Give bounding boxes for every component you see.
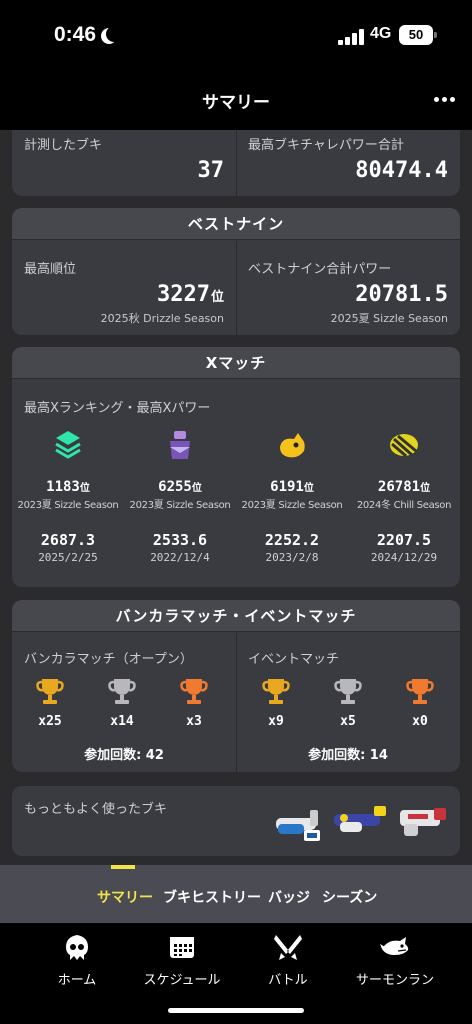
- best-power-value: 20781.5: [355, 282, 448, 307]
- x-power-date: 2025/2/25: [38, 551, 98, 564]
- silver-count: x5: [340, 714, 356, 729]
- tab-indicator: [111, 865, 135, 869]
- nav-home-label: ホーム: [57, 973, 97, 988]
- bronze-trophy-icon: [180, 679, 208, 704]
- best-nine-title: ベストナイン: [12, 208, 460, 240]
- ellipsis-icon[interactable]: [434, 97, 456, 103]
- x-power-value: 2687.3: [40, 531, 96, 549]
- network-label: 4G: [370, 25, 392, 42]
- nav-schedule-label: スケジュール: [143, 973, 221, 988]
- x-mode-tower-control: 6255位 2023夏 Sizzle Season 2533.6 2022/12…: [124, 429, 236, 564]
- status-bar: 0:46 4G 50: [0, 0, 472, 70]
- max-power-value: 80474.4: [355, 158, 448, 183]
- bankara-open-label: バンカラマッチ（オープン）: [24, 652, 193, 667]
- clock: 0:46: [54, 23, 122, 47]
- x-mode-rainmaker: 6191位 2023夏 Sizzle Season 2252.2 2023/2/…: [236, 429, 348, 564]
- weapon-3-icon: [400, 808, 446, 836]
- measured-weapons-value: 37: [197, 158, 225, 183]
- x-rank-season: 2023夏 Sizzle Season: [17, 500, 119, 511]
- gold-count: x9: [268, 714, 284, 729]
- gold-count: x25: [38, 714, 62, 729]
- x-rank-value: 6255: [158, 479, 192, 495]
- x-power-value: 2533.6: [152, 531, 208, 549]
- bankara-participation: 参加回数: 42: [84, 748, 164, 763]
- weapon-1-icon: [276, 810, 320, 841]
- tab-weapon-history[interactable]: ブキヒストリー: [163, 887, 261, 907]
- x-rank-value: 1183: [46, 479, 80, 495]
- x-mode-splat-zones: 1183位 2023夏 Sizzle Season 2687.3 2025/2/…: [12, 429, 124, 564]
- bronze-trophy-icon: [406, 679, 434, 704]
- bronze-trophy: x0: [390, 676, 450, 729]
- best-power-label: ベストナイン合計パワー: [248, 262, 392, 277]
- max-power-label: 最高ブキチャレパワー合計: [248, 138, 404, 153]
- gold-trophy: x9: [246, 676, 306, 729]
- x-power-value: 2207.5: [376, 531, 432, 549]
- x-match-card: Xマッチ 最高Xランキング・最高Xパワー 1183位 2023夏 Sizzle …: [12, 347, 460, 587]
- battery-icon: 50: [399, 25, 437, 45]
- most-used-card: もっともよく使ったブキ: [12, 786, 460, 856]
- tab-summary[interactable]: サマリー: [97, 887, 153, 907]
- bronze-trophy: x3: [164, 676, 224, 729]
- silver-trophy-icon: [108, 679, 136, 704]
- best-nine-card: ベストナイン 最高順位 3227位 2025秋 Drizzle Season ベ…: [12, 208, 460, 335]
- bankara-event-title: バンカラマッチ・イベントマッチ: [12, 600, 460, 632]
- x-power-date: 2024/12/29: [370, 551, 438, 564]
- gold-trophy-icon: [262, 679, 290, 704]
- silver-count: x14: [110, 714, 134, 729]
- x-rank-value: 26781: [377, 479, 421, 495]
- weapon-2-icon: [334, 806, 386, 832]
- best-rank-value: 3227位: [157, 282, 224, 307]
- nav-battle[interactable]: バトル: [233, 933, 343, 988]
- best-rank-label: 最高順位: [24, 262, 77, 277]
- battle-icon: [274, 935, 302, 960]
- tower-control-icon: [170, 431, 190, 459]
- event-match-label: イベントマッチ: [248, 652, 340, 667]
- nav-battle-label: バトル: [268, 973, 308, 988]
- tab-badges[interactable]: バッジ: [268, 887, 310, 907]
- tab-seasons[interactable]: シーズン: [322, 887, 377, 907]
- nav-schedule[interactable]: スケジュール: [127, 933, 237, 988]
- most-used-label: もっともよく使ったブキ: [24, 802, 168, 817]
- measured-weapons-label: 計測したブキ: [24, 138, 103, 153]
- x-rank-value: 6191: [270, 479, 304, 495]
- silver-trophy: x5: [318, 676, 378, 729]
- clam-blitz-icon: [390, 434, 418, 458]
- x-rank-season: 2023夏 Sizzle Season: [241, 500, 343, 511]
- nav-salmon-run[interactable]: サーモンラン: [340, 933, 450, 988]
- x-power-value: 2252.2: [264, 531, 320, 549]
- x-match-subtitle: 最高Xランキング・最高Xパワー: [24, 401, 211, 416]
- x-rank-season: 2024冬 Chill Season: [356, 500, 452, 511]
- gold-trophy-icon: [36, 679, 64, 704]
- page-title: サマリー: [202, 93, 270, 113]
- x-power-date: 2022/12/4: [150, 551, 210, 564]
- salmon-icon: [380, 937, 409, 955]
- home-indicator: [168, 1008, 304, 1013]
- summary-content[interactable]: 計測したブキ 37 最高ブキチャレパワー合計 80474.4 ベストナイン 最高…: [0, 130, 472, 865]
- bankara-event-card: バンカラマッチ・イベントマッチ バンカラマッチ（オープン） x25 x14 x3…: [12, 600, 460, 772]
- signal-icon: [338, 29, 364, 45]
- silver-trophy: x14: [92, 676, 152, 729]
- bronze-count: x0: [412, 714, 428, 729]
- nav-home[interactable]: ホーム: [22, 933, 132, 988]
- best-rank-season: 2025秋 Drizzle Season: [100, 312, 224, 325]
- squid-icon: [66, 935, 88, 960]
- splat-zones-icon: [55, 431, 81, 459]
- bronze-count: x3: [186, 714, 202, 729]
- moon-icon: [106, 26, 122, 42]
- rainmaker-icon: [280, 433, 305, 458]
- weapons-card: 計測したブキ 37 最高ブキチャレパワー合計 80474.4: [12, 130, 460, 196]
- x-rank-season: 2023夏 Sizzle Season: [129, 500, 231, 511]
- summary-tabs: サマリー ブキヒストリー バッジ シーズン: [0, 865, 472, 923]
- event-participation: 参加回数: 14: [308, 748, 388, 763]
- gold-trophy: x25: [20, 676, 80, 729]
- best-power-season: 2025夏 Sizzle Season: [330, 312, 448, 325]
- nav-header: サマリー: [0, 70, 472, 130]
- x-match-title: Xマッチ: [12, 347, 460, 379]
- nav-salmon-run-label: サーモンラン: [355, 973, 434, 988]
- calendar-icon: [170, 937, 194, 958]
- x-power-date: 2023/2/8: [265, 551, 319, 564]
- x-mode-clam-blitz: 26781位 2024冬 Chill Season 2207.5 2024/12…: [348, 429, 460, 564]
- silver-trophy-icon: [334, 679, 362, 704]
